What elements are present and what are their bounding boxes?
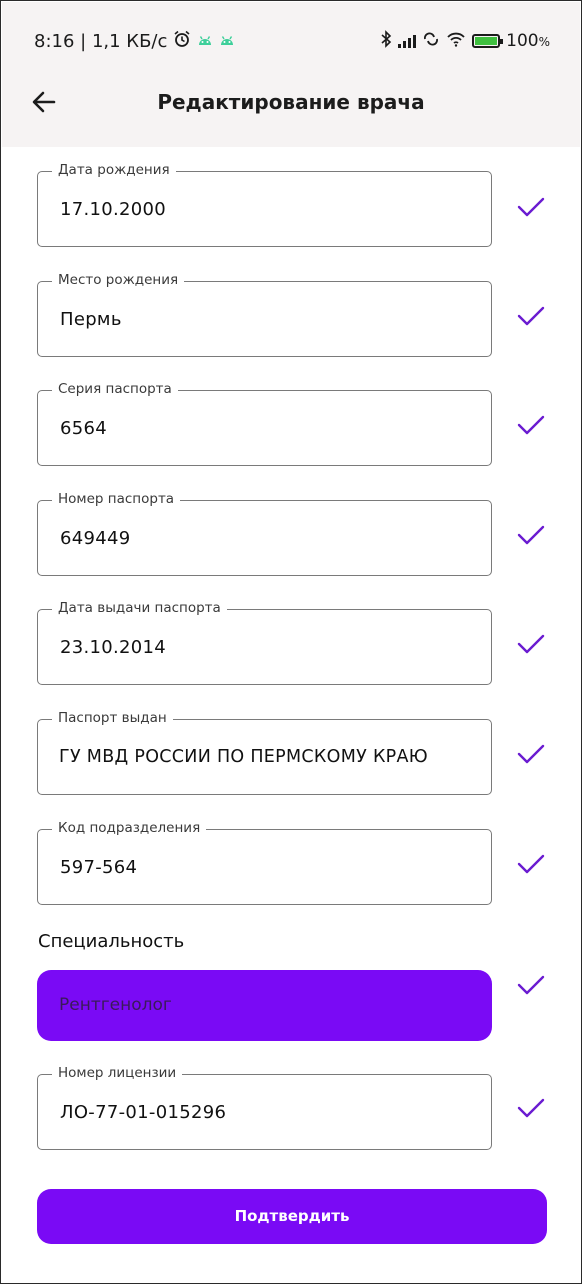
check-icon [517,1098,545,1118]
check-icon [517,744,545,764]
passport-number-field[interactable]: Номер паспорта 649449 [37,491,492,576]
field-label: Паспорт выдан [52,710,173,726]
passport-issue-date-field[interactable]: Дата выдачи паспорта 23.10.2014 [37,600,492,685]
specialty-label: Специальность [38,931,185,952]
page-title: Редактирование врача [157,90,425,114]
check-icon [517,197,545,217]
screen: 8:16 | 1,1 КБ/с 100% Редактирование врач… [0,0,582,1284]
field-label: Дата выдачи паспорта [52,600,227,616]
field-label: Серия паспорта [52,381,178,397]
passport-issuer-field[interactable]: Паспорт выдан ГУ МВД РОССИИ ПО ПЕРМСКОМУ… [37,710,492,795]
field-value: 649449 [60,528,131,549]
battery-level: 100% [506,31,550,51]
status-network-speed: 1,1 КБ/с [91,30,168,52]
bluetooth-icon [380,29,392,53]
field-label: Номер паспорта [52,491,181,507]
battery-icon [472,34,504,48]
field-value: 597-564 [60,857,138,878]
wifi-icon [446,31,466,52]
check-icon [517,525,545,545]
check-icon [517,634,545,654]
field-label: Место рождения [52,272,185,288]
status-time: 8:16 [34,30,75,52]
check-icon [517,975,545,995]
birth-place-field[interactable]: Место рождения Пермь [37,272,492,357]
birth-date-field[interactable]: Дата рождения 17.10.2000 [37,162,492,247]
specialty-select[interactable]: Рентгенолог [37,970,492,1041]
field-label: Дата рождения [52,162,176,178]
android-icon [197,31,213,52]
specialty-value: Рентгенолог [59,995,172,1015]
status-bar-left: 8:16 | 1,1 КБ/с [34,30,235,52]
top-app-bar: 8:16 | 1,1 КБ/с 100% Редактирование врач… [2,2,580,147]
field-label: Код подразделения [52,820,207,836]
field-value: 23.10.2014 [60,637,167,658]
field-value: Пермь [60,309,122,330]
check-icon [517,854,545,874]
android-icon [219,31,235,52]
sync-icon [422,31,440,52]
field-value: ГУ МВД РОССИИ ПО ПЕРМСКОМУ КРАЮ [59,747,428,767]
field-value: 17.10.2000 [60,199,167,220]
alarm-icon [173,30,191,53]
check-icon [517,306,545,326]
submit-button[interactable]: Подтвердить [37,1189,547,1244]
field-value: ЛО-77-01-015296 [60,1102,227,1123]
signal-icon [398,34,417,48]
field-label: Номер лицензии [52,1065,183,1081]
division-code-field[interactable]: Код подразделения 597-564 [37,820,492,905]
field-value: 6564 [60,418,108,439]
check-icon [517,415,545,435]
passport-series-field[interactable]: Серия паспорта 6564 [37,381,492,466]
license-number-field[interactable]: Номер лицензии ЛО-77-01-015296 [37,1065,492,1150]
status-bar-right: 100% [380,29,550,53]
